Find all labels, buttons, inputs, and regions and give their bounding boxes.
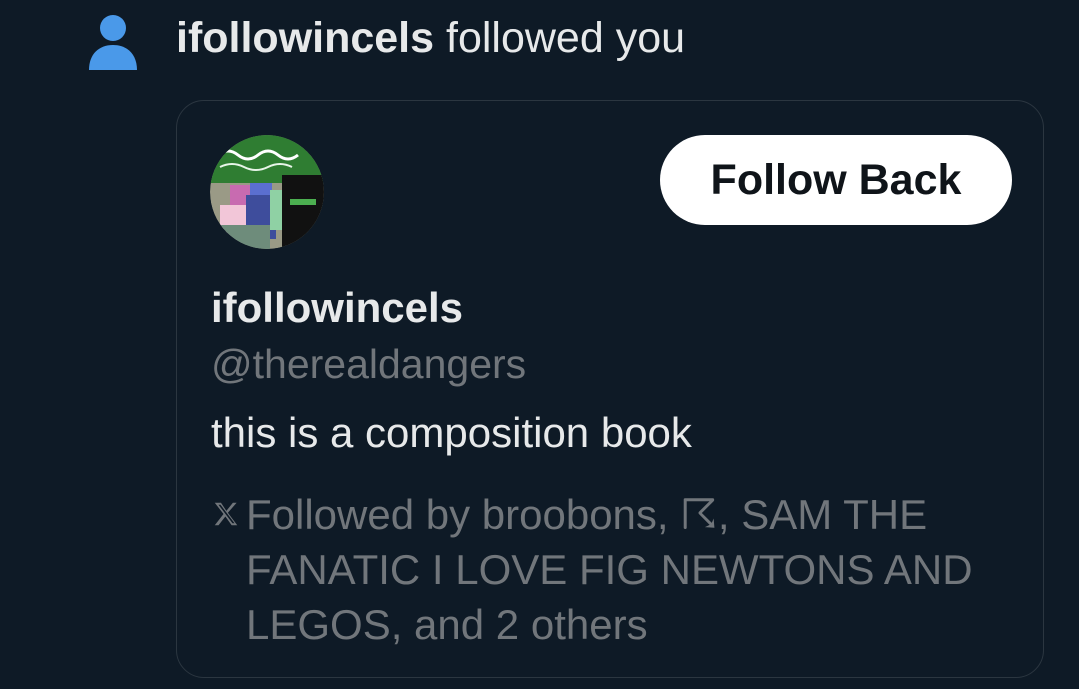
- card-display-name[interactable]: ifollowincels: [211, 284, 463, 332]
- person-icon: [89, 15, 137, 70]
- followed-by-text: Followed by broobons, ☈, SAM THE FANATIC…: [246, 491, 973, 648]
- notification-username[interactable]: ifollowincels: [176, 14, 434, 62]
- follow-back-button[interactable]: Follow Back: [660, 135, 1012, 225]
- notification-action: followed you: [446, 14, 686, 62]
- notification-text: ifollowincels followed you: [176, 12, 685, 64]
- followed-by[interactable]: Followed by broobons, ☈, SAM THE FANATIC…: [211, 487, 1011, 652]
- profile-avatar[interactable]: [210, 135, 324, 249]
- x-logo-icon: [214, 502, 238, 526]
- user-card[interactable]: Follow Back ifollowincels @therealdanger…: [176, 100, 1044, 678]
- card-handle[interactable]: @therealdangers: [211, 341, 526, 388]
- follow-notification[interactable]: ifollowincels followed you Follow Back i…: [0, 0, 1079, 689]
- card-bio: this is a composition book: [211, 409, 692, 456]
